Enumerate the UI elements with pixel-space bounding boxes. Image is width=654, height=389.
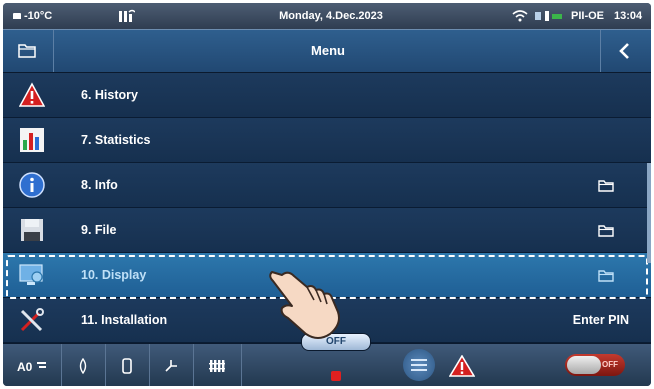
display-settings-icon (19, 264, 43, 285)
main-menu-button[interactable] (403, 349, 435, 381)
alarm-button[interactable] (439, 344, 485, 386)
folder-icon (598, 225, 614, 237)
folder-icon (598, 270, 614, 282)
floppy-disk-icon (21, 219, 43, 241)
info-icon (19, 172, 45, 198)
toggle-label: OFF (602, 360, 618, 369)
outdoor-temp-value: -10°C (24, 10, 53, 22)
mode-button[interactable]: A0 (3, 344, 62, 386)
date-display: Monday, 4.Dec.2023 (279, 10, 383, 22)
heating-circuit-button[interactable] (193, 344, 242, 386)
tank-button[interactable] (105, 344, 150, 386)
hand-pointer-icon (269, 271, 340, 339)
radiator-icon (119, 9, 135, 22)
fan-button[interactable] (149, 344, 194, 386)
home-folder-button[interactable] (3, 30, 54, 72)
chevron-left-icon (619, 43, 629, 59)
back-button[interactable] (600, 30, 651, 72)
menu-item-statistics[interactable]: 7. Statistics (3, 118, 651, 163)
fan-icon (165, 359, 177, 372)
toggle-knob (567, 356, 601, 374)
menu-line (411, 369, 427, 371)
tools-icon (20, 308, 44, 332)
menu-item-label: 9. File (81, 223, 117, 237)
power-toggle[interactable]: OFF (565, 354, 625, 376)
scrollbar[interactable] (647, 163, 651, 263)
tank-icon (122, 357, 132, 374)
menu-item-label: 7. Statistics (81, 133, 151, 147)
clock: 13:04 (614, 10, 643, 22)
warning-icon (19, 82, 45, 107)
warning-icon (449, 354, 475, 377)
tap-icon (79, 357, 87, 374)
hot-water-button[interactable] (61, 344, 106, 386)
page-title: Menu (311, 43, 345, 58)
folder-icon (18, 44, 36, 58)
house-icon (13, 13, 21, 20)
title-bar: Menu (3, 29, 651, 73)
menu-item-file[interactable]: 9. File (3, 208, 651, 253)
menu-item-label: 6. History (81, 88, 138, 102)
menu-item-label: 10. Display (81, 268, 147, 282)
status-bar: -10°C Monday, 4.Dec.2023 PII-OE 13:04 (3, 3, 651, 29)
menu-line (411, 364, 427, 366)
menu-item-history[interactable]: 6. History (3, 73, 651, 118)
outdoor-temperature: -10°C (13, 3, 52, 29)
folder-icon (598, 180, 614, 192)
enter-pin-label: Enter PIN (572, 313, 629, 327)
menu-item-label: 11. Installation (81, 313, 168, 327)
wifi-icon (512, 10, 528, 22)
operating-mode: PII-OE (571, 10, 605, 22)
menu-item-label: 8. Info (81, 178, 118, 192)
menu-line (411, 359, 427, 361)
stop-button[interactable] (331, 371, 341, 381)
network-status-icon (535, 11, 562, 21)
radiator-icon (209, 359, 225, 372)
bar-chart-icon (20, 128, 44, 152)
svg-text:A0: A0 (17, 360, 33, 373)
auto-mode-icon: A0 (17, 360, 46, 373)
menu-item-info[interactable]: 8. Info (3, 163, 651, 208)
